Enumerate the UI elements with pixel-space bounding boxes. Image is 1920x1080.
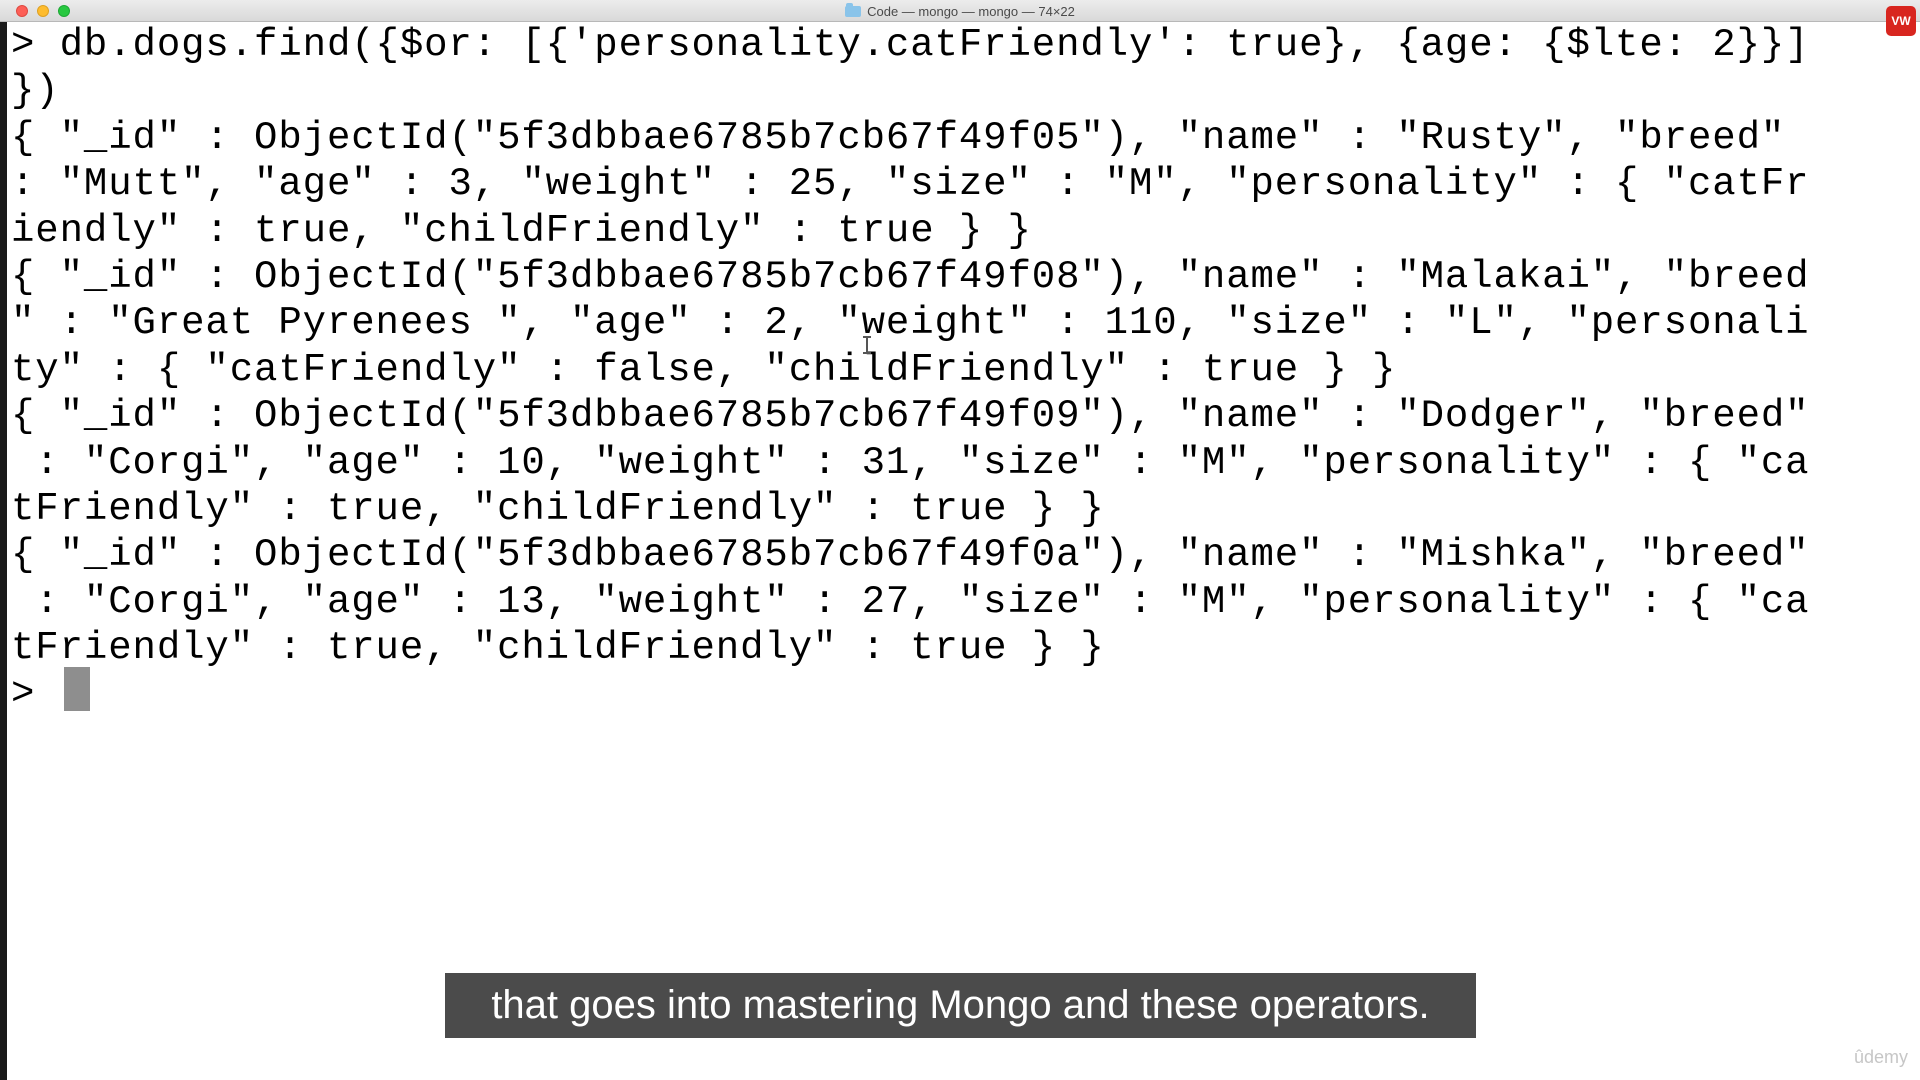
- subtitle-caption: that goes into mastering Mongo and these…: [445, 973, 1476, 1038]
- terminal-line: { "_id" : ObjectId("5f3dbbae6785b7cb67f4…: [11, 115, 1786, 160]
- terminal-line: " : "Great Pyrenees ", "age" : 2, "weigh…: [11, 301, 1810, 346]
- terminal-line: }): [11, 69, 60, 114]
- terminal-line: : "Corgi", "age" : 10, "weight" : 31, "s…: [11, 440, 1810, 485]
- prompt-line[interactable]: >: [11, 671, 1916, 717]
- terminal-line: tFriendly" : true, "childFriendly" : tru…: [11, 486, 1105, 531]
- terminal-window: Code — mongo — mongo — 74×22 VW > db.dog…: [0, 0, 1920, 1080]
- window-title-group: Code — mongo — mongo — 74×22: [0, 0, 1920, 22]
- terminal-line: ty" : { "catFriendly" : false, "childFri…: [11, 347, 1397, 392]
- terminal-line: : "Corgi", "age" : 13, "weight" : 27, "s…: [11, 579, 1810, 624]
- terminal-line: : "Mutt", "age" : 3, "weight" : 25, "siz…: [11, 162, 1810, 207]
- terminal-output[interactable]: > db.dogs.find({$or: [{'personality.catF…: [11, 22, 1916, 1072]
- terminal-line: tFriendly" : true, "childFriendly" : tru…: [11, 626, 1105, 671]
- terminal-line: { "_id" : ObjectId("5f3dbbae6785b7cb67f4…: [11, 254, 1810, 299]
- terminal-line: iendly" : true, "childFriendly" : true }…: [11, 208, 1032, 253]
- folder-icon: [845, 2, 862, 17]
- terminal-line: > db.dogs.find({$or: [{'personality.catF…: [11, 23, 1810, 67]
- terminal-line: { "_id" : ObjectId("5f3dbbae6785b7cb67f4…: [11, 394, 1810, 439]
- window-title: Code — mongo — mongo — 74×22: [867, 3, 1075, 19]
- text-cursor-icon: [863, 336, 871, 354]
- terminal-cursor: [64, 667, 90, 711]
- window-edge: [0, 22, 7, 1080]
- udemy-watermark: ûdemy: [1853, 1047, 1908, 1067]
- title-bar[interactable]: Code — mongo — mongo — 74×22: [0, 0, 1920, 22]
- terminal-line: { "_id" : ObjectId("5f3dbbae6785b7cb67f4…: [11, 533, 1810, 578]
